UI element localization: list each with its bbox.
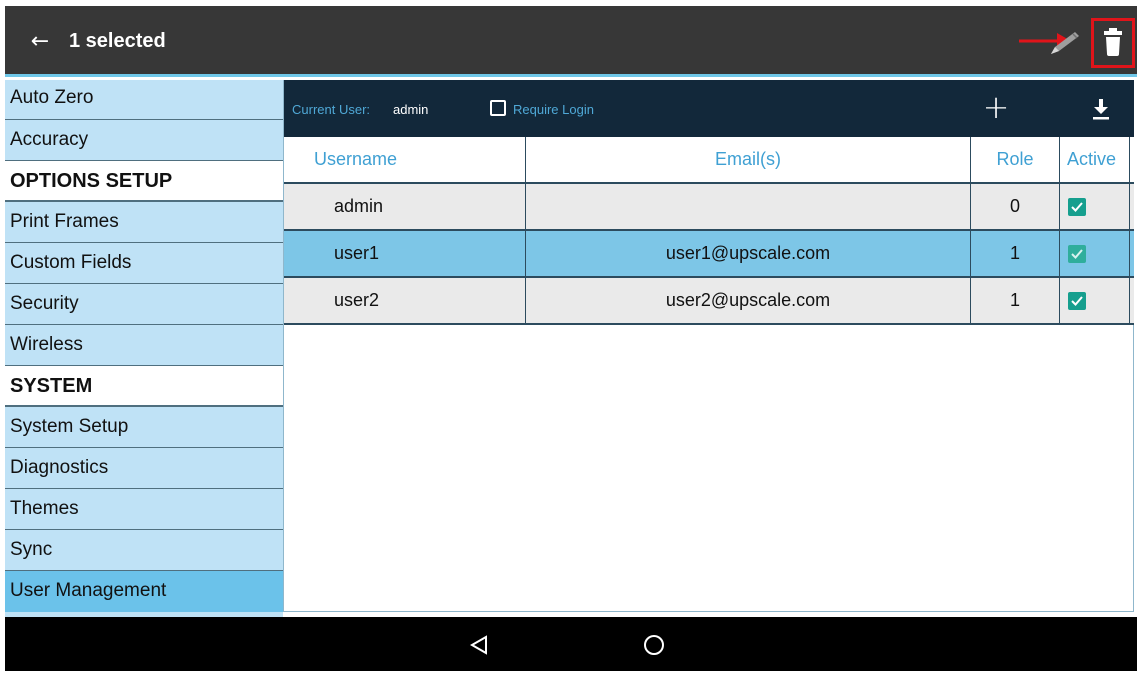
sidebar-header-system: SYSTEM xyxy=(5,366,283,407)
download-button[interactable] xyxy=(1090,97,1112,121)
require-login-checkbox[interactable] xyxy=(490,100,506,116)
sidebar-item-label: Custom Fields xyxy=(10,252,132,273)
sidebar-item-system-setup[interactable]: System Setup xyxy=(5,407,283,448)
add-user-button[interactable]: + xyxy=(981,91,1011,123)
sidebar-item-accuracy[interactable]: Accuracy xyxy=(5,120,283,161)
sidebar-item-label: Print Frames xyxy=(10,211,119,232)
trash-icon xyxy=(1104,28,1122,56)
column-header-active[interactable]: Active xyxy=(1059,137,1129,182)
users-table: Username Email(s) Role Active admin 0 us… xyxy=(284,137,1134,325)
nav-back-triangle-icon[interactable] xyxy=(468,634,490,656)
action-bar: ← 1 selected xyxy=(5,6,1137,77)
current-user-value: admin xyxy=(393,102,429,117)
sidebar-item-security[interactable]: Security xyxy=(5,284,283,325)
column-divider xyxy=(1129,184,1134,229)
arrow-left-icon: ← xyxy=(30,29,50,54)
active-checkbox[interactable] xyxy=(1068,197,1086,216)
username-cell: user1 xyxy=(334,243,380,263)
active-checkbox[interactable] xyxy=(1068,291,1086,310)
column-header-username[interactable]: Username xyxy=(284,137,525,182)
sidebar-item-label: System Setup xyxy=(10,416,129,437)
plus-icon: + xyxy=(982,88,1010,126)
active-cell xyxy=(1059,278,1129,323)
table-header-row: Username Email(s) Role Active xyxy=(284,137,1134,184)
edit-button[interactable] xyxy=(1045,28,1087,58)
email-cell xyxy=(525,184,970,229)
sidebar-item-label: Auto Zero xyxy=(10,87,94,108)
download-icon xyxy=(1093,99,1109,120)
sidebar-item-custom-fields[interactable]: Custom Fields xyxy=(5,243,283,284)
current-user-label: Current User: xyxy=(292,102,371,117)
email-cell: user2@upscale.com xyxy=(525,278,970,323)
sidebar-item-label: Wireless xyxy=(10,334,83,355)
sidebar-item-label: Accuracy xyxy=(10,129,89,150)
column-divider xyxy=(1129,137,1134,182)
active-checkbox[interactable] xyxy=(1068,244,1086,263)
sidebar-item-print-frames[interactable]: Print Frames xyxy=(5,202,283,243)
active-cell xyxy=(1059,184,1129,229)
sidebar-item-label: Sync xyxy=(10,539,53,560)
column-header-email[interactable]: Email(s) xyxy=(525,137,970,182)
sidebar-header-label: OPTIONS SETUP xyxy=(10,170,173,192)
checkmark-icon xyxy=(1071,295,1083,306)
sidebar-header-options-setup: OPTIONS SETUP xyxy=(5,161,283,202)
active-cell xyxy=(1059,231,1129,276)
sidebar-item-auto-zero[interactable]: Auto Zero xyxy=(5,80,283,120)
sidebar-item-label: Diagnostics xyxy=(10,457,109,478)
back-button[interactable]: ← xyxy=(25,28,55,58)
column-divider xyxy=(1129,278,1134,323)
sidebar-item-wireless[interactable]: Wireless xyxy=(5,325,283,366)
column-divider xyxy=(1129,231,1134,276)
email-cell: user1@upscale.com xyxy=(525,231,970,276)
role-cell: 0 xyxy=(970,184,1059,229)
sidebar-item-diagnostics[interactable]: Diagnostics xyxy=(5,448,283,489)
table-row[interactable]: admin 0 xyxy=(284,184,1134,231)
settings-sidebar: Auto Zero Accuracy OPTIONS SETUP Print F… xyxy=(5,80,283,617)
sidebar-item-sync[interactable]: Sync xyxy=(5,530,283,571)
sidebar-item-themes[interactable]: Themes xyxy=(5,489,283,530)
role-cell: 1 xyxy=(970,278,1059,323)
username-cell: admin xyxy=(334,196,384,216)
username-cell: user2 xyxy=(334,290,380,310)
checkmark-icon xyxy=(1071,248,1083,259)
sidebar-item-label: User Management xyxy=(10,580,167,601)
nav-home-circle-icon[interactable] xyxy=(644,635,664,655)
table-row[interactable]: user2 user2@upscale.com 1 xyxy=(284,278,1134,325)
pencil-icon xyxy=(1051,32,1079,54)
sidebar-header-label: SYSTEM xyxy=(10,375,93,397)
checkmark-icon xyxy=(1071,201,1083,212)
delete-button[interactable] xyxy=(1091,18,1135,68)
user-toolbar: Current User: admin Require Login + xyxy=(284,80,1134,137)
sidebar-item-label: Themes xyxy=(10,498,79,519)
sidebar-item-user-management[interactable]: User Management xyxy=(5,571,283,612)
role-cell: 1 xyxy=(970,231,1059,276)
table-row-selected[interactable]: user1 user1@upscale.com 1 xyxy=(284,231,1134,278)
selection-count-title: 1 selected xyxy=(69,30,166,52)
user-management-panel: Current User: admin Require Login + User… xyxy=(283,80,1134,612)
require-login-label[interactable]: Require Login xyxy=(513,102,594,117)
column-header-role[interactable]: Role xyxy=(970,137,1059,182)
system-nav-bar xyxy=(5,617,1137,671)
sidebar-item-label: Security xyxy=(10,293,79,314)
